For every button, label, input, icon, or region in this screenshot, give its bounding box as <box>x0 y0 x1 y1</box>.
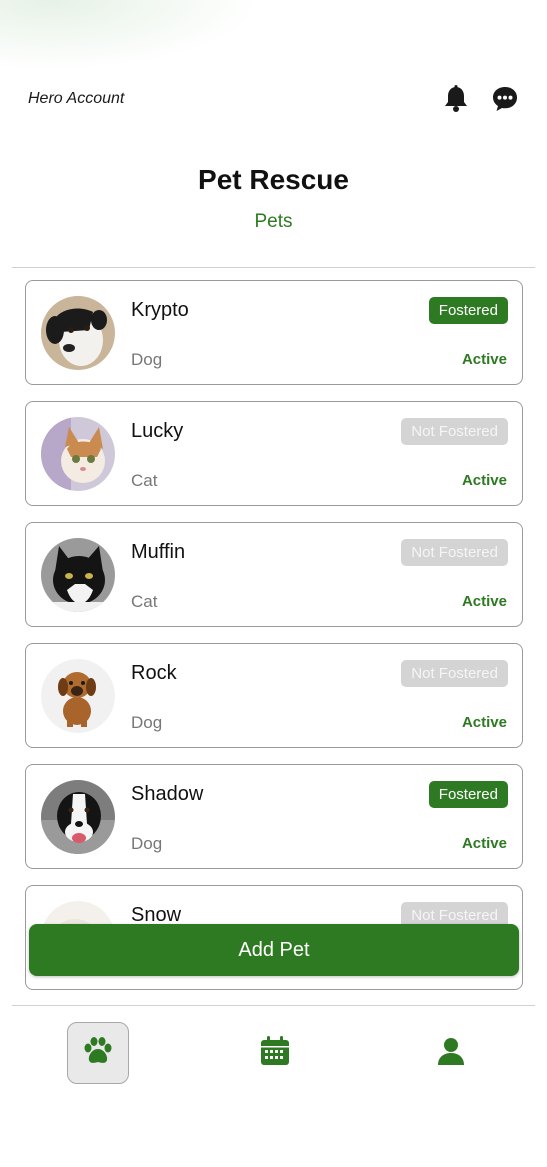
pet-card-krypto[interactable]: Krypto Dog Fostered Active <box>25 280 523 385</box>
pet-card-muffin[interactable]: Muffin Cat Not Fostered Active <box>25 522 523 627</box>
pet-status: Active <box>461 835 507 852</box>
pet-name: Muffin <box>131 541 186 563</box>
pet-avatar-dog <box>41 780 115 854</box>
pet-status: Active <box>461 351 507 368</box>
paw-icon <box>82 1036 114 1071</box>
nav-calendar-tab[interactable] <box>244 1022 306 1084</box>
pet-status: Active <box>461 593 507 610</box>
pet-avatar-dog <box>41 296 115 370</box>
pet-type: Cat <box>131 592 158 611</box>
pet-card-rock[interactable]: Rock Dog Not Fostered Active <box>25 643 523 748</box>
page-title: Pet Rescue <box>198 164 349 195</box>
nav-profile-tab[interactable] <box>420 1022 482 1084</box>
foster-status-badge: Fostered <box>428 781 508 808</box>
pet-name: Krypto <box>131 299 189 321</box>
foster-status-badge: Not Fostered <box>401 660 508 687</box>
account-label[interactable]: Hero Account <box>28 90 124 108</box>
pet-avatar-dog <box>41 659 115 733</box>
page-subtitle: Pets <box>254 211 293 232</box>
foster-status-badge: Not Fostered <box>401 539 508 566</box>
header-bar: Hero Account <box>0 78 547 122</box>
user-icon <box>436 1036 466 1071</box>
add-pet-button[interactable]: Add Pet <box>29 924 519 976</box>
pet-type: Dog <box>131 713 163 732</box>
pet-card-shadow[interactable]: Shadow Dog Fostered Active <box>25 764 523 869</box>
pet-name: Shadow <box>131 783 204 805</box>
pet-name: Rock <box>131 662 177 684</box>
pet-type: Dog <box>131 350 163 369</box>
top-divider <box>12 267 535 268</box>
pet-type: Cat <box>131 471 158 490</box>
bottom-nav <box>0 1006 547 1167</box>
pet-type: Dog <box>131 834 163 853</box>
pet-avatar-cat <box>41 538 115 612</box>
chat-icon[interactable] <box>490 84 520 114</box>
foster-status-badge: Not Fostered <box>401 418 508 445</box>
pet-card-lucky[interactable]: Lucky Cat Not Fostered Active <box>25 401 523 506</box>
foster-status-badge: Fostered <box>428 297 508 324</box>
bell-icon[interactable] <box>441 84 471 114</box>
top-background-glow <box>0 0 260 70</box>
calendar-icon <box>260 1035 290 1071</box>
pet-avatar-cat <box>41 417 115 491</box>
nav-pets-tab[interactable] <box>67 1022 129 1084</box>
pet-status: Active <box>461 472 507 489</box>
pet-name: Lucky <box>131 420 184 442</box>
pet-status: Active <box>461 714 507 731</box>
